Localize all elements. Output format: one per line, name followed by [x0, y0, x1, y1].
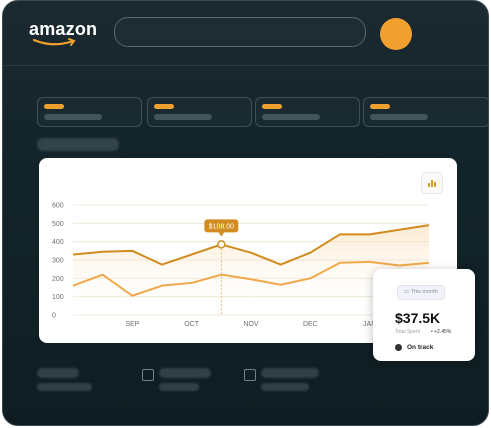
- stat-accent: [262, 104, 282, 109]
- y-tick-label: 0: [52, 313, 56, 320]
- stat-card[interactable]: [147, 97, 252, 127]
- period-label: This month: [410, 289, 438, 295]
- status-label: On track: [407, 344, 434, 351]
- stat-placeholder-text: [154, 114, 212, 120]
- stat-accent: [44, 104, 64, 109]
- footer-checkbox[interactable]: [244, 369, 256, 381]
- stat-accent: [370, 104, 390, 109]
- x-tick-label: OCT: [184, 321, 200, 328]
- stat-placeholder-text: [370, 114, 428, 120]
- section-title-placeholder: [37, 138, 119, 151]
- top-bar: amazon: [3, 1, 488, 66]
- stat-card[interactable]: [255, 97, 360, 127]
- amazon-smile-icon: [33, 38, 76, 46]
- footer-placeholder: [261, 383, 309, 391]
- annotation-point: [217, 240, 226, 249]
- search-input[interactable]: [114, 17, 366, 47]
- y-tick-label: 100: [52, 294, 64, 301]
- x-tick-label: NOV: [243, 321, 259, 328]
- footer-placeholder: [159, 383, 199, 391]
- y-tick-label: 200: [52, 276, 64, 283]
- x-tick-label: DEC: [303, 321, 318, 328]
- footer-checkbox[interactable]: [142, 369, 154, 381]
- total-value: $37.5K: [395, 310, 441, 326]
- footer-placeholder: [261, 368, 319, 378]
- x-tick-label: SEP: [125, 321, 139, 328]
- y-tick-label: 600: [52, 203, 64, 210]
- footer-placeholder: [159, 368, 211, 378]
- stat-accent: [154, 104, 174, 109]
- y-tick-label: 300: [52, 258, 64, 265]
- user-avatar[interactable]: [380, 18, 412, 50]
- footer-placeholder: [37, 368, 79, 378]
- delta-value: • +2.45%: [431, 329, 452, 335]
- stat-card[interactable]: [37, 97, 142, 127]
- stat-placeholder-text: [44, 114, 102, 120]
- calendar-icon: ▭: [404, 289, 410, 295]
- annotation-pointer: [218, 232, 225, 237]
- y-tick-label: 400: [52, 239, 64, 246]
- annotation-label: $108.00: [209, 223, 234, 230]
- amazon-logo[interactable]: amazon: [29, 19, 97, 40]
- stat-card[interactable]: [363, 97, 488, 127]
- period-chip[interactable]: ▭ This month: [397, 285, 445, 300]
- summary-card: ▭ This month $37.5K Total Spent • +2.45%…: [373, 269, 475, 361]
- footer-placeholder: [37, 383, 92, 391]
- status-badge: On track: [395, 344, 433, 351]
- total-label: Total Spent: [395, 329, 421, 335]
- y-tick-label: 500: [52, 221, 64, 228]
- app-window: amazon 0 100 200 300 400 500 600 SEP OCT NOV: [2, 0, 489, 426]
- stat-placeholder-text: [262, 114, 320, 120]
- status-dot-icon: [395, 344, 402, 351]
